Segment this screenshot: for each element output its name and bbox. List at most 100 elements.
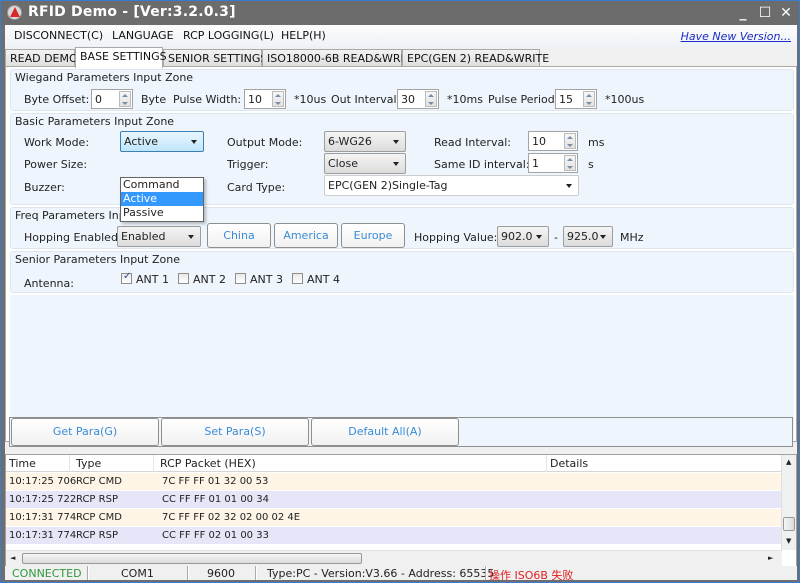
log-row[interactable]: 10:17:25 706 RCP CMD 7C FF FF 01 32 00 5… [6,473,782,490]
hop-from-select[interactable]: 902.0 [497,226,549,247]
log-row[interactable]: 10:17:31 774 RCP RSP CC FF FF 02 01 00 3… [6,527,782,544]
work-mode-select[interactable]: Active [120,131,204,152]
new-version-link[interactable]: Have New Version... [681,30,791,43]
scroll-left-icon[interactable]: ◄ [10,554,15,562]
chevron-down-icon [393,140,399,144]
hopping-enabled-select[interactable]: Enabled [117,226,201,247]
action-button-bar: Get Para(G) Set Para(S) Default All(A) [9,417,793,447]
pulse-period-label: Pulse Period: [488,93,559,106]
tab-epc-gen2-rw[interactable]: EPC(GEN 2) READ&WRITE [402,49,549,67]
col-type[interactable]: Type [76,457,101,470]
byte-offset-spinner[interactable]: 0 [91,89,133,109]
scroll-right-icon[interactable]: ► [768,554,773,562]
out-interval-value: 30 [401,93,415,106]
log-packet: CC FF FF 01 01 00 34 [162,494,269,505]
close-button[interactable]: ✕ [776,4,796,22]
ant4-label: ANT 4 [307,273,340,286]
checkbox-icon[interactable] [178,273,189,284]
china-button[interactable]: China [207,223,271,248]
pulse-width-label: Pulse Width: [173,93,242,106]
scroll-up-icon[interactable]: ▲ [786,458,791,466]
ant4-checkbox[interactable]: ANT 4 [292,273,340,286]
column-divider[interactable] [69,455,70,472]
device-info: Type:PC - Version:V3.66 - Address: 65535 [267,567,495,580]
pulse-width-unit: *10us [294,93,327,106]
set-para-button[interactable]: Set Para(S) [161,418,309,446]
spinner-arrows-icon[interactable] [119,91,131,107]
scroll-down-icon[interactable]: ▼ [786,537,791,545]
vertical-scroll-thumb[interactable] [783,517,795,531]
column-divider[interactable] [153,455,154,472]
log-type: RCP CMD [76,512,122,523]
log-row[interactable]: 10:17:31 774 RCP CMD 7C FF FF 02 32 02 0… [6,509,782,526]
power-size-label: Power Size: [24,158,88,171]
menu-help[interactable]: HELP(H) [281,29,326,42]
work-mode-option-command[interactable]: Command [121,178,203,192]
minimize-button[interactable]: _ [733,4,753,22]
read-interval-spinner[interactable]: 10 [528,131,578,151]
out-interval-label: Out Interval: [331,93,401,106]
col-packet[interactable]: RCP Packet (HEX) [160,457,256,470]
app-window: RFID Demo - [Ver:3.2.0.3] _ ☐ ✕ DISCONNE… [0,0,800,583]
col-details[interactable]: Details [550,457,588,470]
trigger-select[interactable]: Close [324,153,406,174]
america-button[interactable]: America [274,223,338,248]
ant1-checkbox[interactable]: ANT 1 [121,271,169,286]
card-type-select[interactable]: EPC(GEN 2)Single-Tag [324,175,579,196]
ant2-checkbox[interactable]: ANT 2 [178,273,226,286]
spinner-arrows-icon[interactable] [564,155,576,171]
read-interval-value: 10 [532,135,546,148]
work-mode-option-passive[interactable]: Passive [121,206,203,220]
log-row[interactable]: 10:17:25 722 RCP RSP CC FF FF 01 01 00 3… [6,491,782,508]
tab-read-demo[interactable]: READ DEMO [5,49,78,67]
default-all-button[interactable]: Default All(A) [311,418,459,446]
output-mode-value: 6-WG26 [328,135,372,148]
same-id-spinner[interactable]: 1 [528,153,578,173]
title-bar[interactable]: RFID Demo - [Ver:3.2.0.3] _ ☐ ✕ [1,1,799,25]
checkbox-checked-icon[interactable] [121,271,132,284]
hop-to-select[interactable]: 925.0 [563,226,613,247]
trigger-value: Close [328,157,358,170]
chevron-down-icon [188,235,194,239]
output-mode-select[interactable]: 6-WG26 [324,131,406,152]
client-area: DISCONNECT(C) LANGUAGE RCP LOGGING(L) HE… [5,25,797,582]
pulse-period-spinner[interactable]: 15 [555,89,597,109]
log-header: Time Type RCP Packet (HEX) Details [6,455,782,472]
col-time[interactable]: Time [9,457,36,470]
get-para-button[interactable]: Get Para(G) [11,418,159,446]
spinner-arrows-icon[interactable] [272,91,284,107]
log-type: RCP RSP [76,494,118,505]
spinner-arrows-icon[interactable] [564,133,576,149]
maximize-button[interactable]: ☐ [755,4,775,22]
horizontal-scrollbar[interactable]: ◄ ► [6,550,782,566]
menu-rcp-logging[interactable]: RCP LOGGING(L) [183,29,274,42]
work-mode-option-active[interactable]: Active [121,192,203,206]
baud-rate: 9600 [207,567,235,580]
tab-base-settings[interactable]: BASE SETTINGS [75,47,167,68]
ant3-checkbox[interactable]: ANT 3 [235,273,283,286]
status-message: 操作 ISO6B 失败 [489,569,574,582]
chevron-down-icon [191,140,197,144]
spinner-arrows-icon[interactable] [425,91,437,107]
column-divider[interactable] [546,455,547,472]
checkbox-icon[interactable] [292,273,303,284]
tab-iso18000-rw[interactable]: ISO18000-6B READ&WRITE [262,49,418,67]
menu-disconnect[interactable]: DISCONNECT(C) [14,29,103,42]
pulse-width-spinner[interactable]: 10 [244,89,286,109]
read-interval-label: Read Interval: [434,136,511,149]
basic-zone-title: Basic Parameters Input Zone [15,115,175,128]
same-id-label: Same ID interval: [434,158,530,171]
spinner-arrows-icon[interactable] [583,91,595,107]
checkbox-icon[interactable] [235,273,246,284]
ant2-label: ANT 2 [193,273,226,286]
horizontal-scroll-thumb[interactable] [22,553,362,564]
status-divider [255,566,257,580]
log-packet: 7C FF FF 02 32 02 00 02 4E [162,512,301,523]
chevron-down-icon [393,162,399,166]
europe-button[interactable]: Europe [341,223,405,248]
tab-senior-settings[interactable]: SENIOR SETTINGS [163,49,267,67]
out-interval-spinner[interactable]: 30 [397,89,439,109]
log-type: RCP RSP [76,530,118,541]
menu-language[interactable]: LANGUAGE [112,29,174,42]
vertical-scrollbar[interactable]: ▲ ▼ [781,455,796,550]
